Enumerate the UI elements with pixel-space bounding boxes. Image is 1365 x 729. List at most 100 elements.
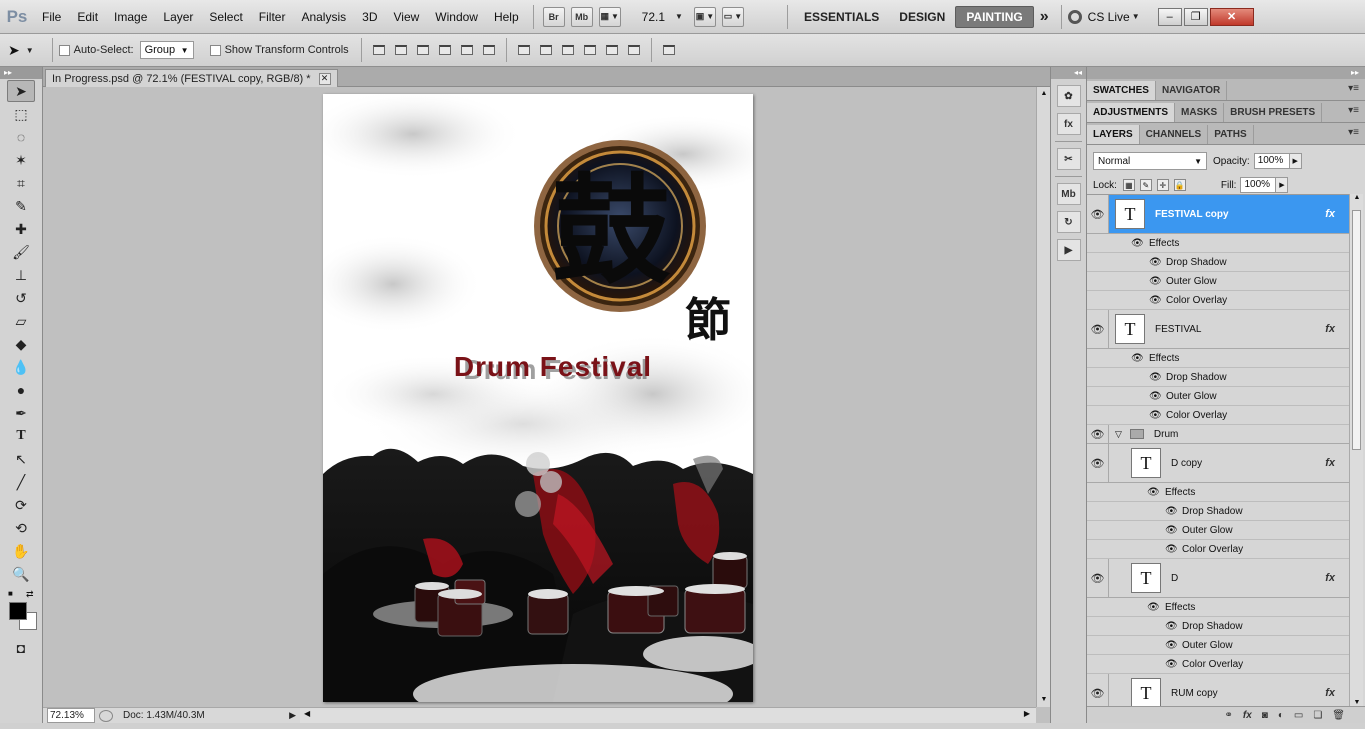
layer-row-rum-copy[interactable]: 👁 T RUM copy fx: [1087, 674, 1349, 706]
status-zoom-field[interactable]: 72.13%: [47, 708, 95, 723]
effects-group-row[interactable]: 👁 Effects: [1087, 234, 1349, 253]
delete-layer-icon[interactable]: 🗑: [1332, 710, 1345, 721]
align-bottom-icon[interactable]: [414, 42, 432, 58]
fill-slider-arrow-icon[interactable]: ▶: [1276, 177, 1289, 193]
align-hcenter-icon[interactable]: [458, 42, 476, 58]
tab-paths[interactable]: PATHS: [1208, 125, 1254, 144]
styles-panel-icon[interactable]: fx: [1056, 113, 1081, 135]
healing-brush-tool-icon[interactable]: ✚: [7, 218, 35, 240]
quick-mask-icon[interactable]: ◘: [7, 637, 35, 659]
auto-align-icon[interactable]: [660, 42, 678, 58]
new-group-icon[interactable]: ▭: [1294, 710, 1303, 721]
close-button[interactable]: ✕: [1209, 7, 1254, 26]
layer-row-festival-copy[interactable]: 👁 T FESTIVAL copy fx: [1087, 195, 1349, 234]
menu-help[interactable]: Help: [486, 0, 527, 34]
workspace-design[interactable]: DESIGN: [889, 7, 955, 27]
right-dock-grip[interactable]: ▸▸: [1087, 67, 1365, 79]
document-canvas[interactable]: 鼓 節 Drum Festival Drum Festival: [323, 94, 753, 702]
effect-eye-icon[interactable]: 👁: [1149, 295, 1162, 306]
align-top-icon[interactable]: [370, 42, 388, 58]
effect-row[interactable]: 👁 Drop Shadow: [1087, 617, 1349, 636]
panel-menu-icon[interactable]: ▾≡: [1348, 105, 1359, 116]
effect-eye-icon[interactable]: 👁: [1149, 276, 1162, 287]
lock-position-icon[interactable]: ✛: [1156, 179, 1169, 191]
effect-row[interactable]: 👁 Outer Glow: [1087, 387, 1349, 406]
status-info-icon[interactable]: [99, 709, 113, 722]
close-tab-icon[interactable]: ✕: [318, 72, 331, 85]
arrange-documents-button[interactable]: ▣ ▼: [693, 6, 716, 27]
effect-eye-icon[interactable]: 👁: [1149, 257, 1162, 268]
blend-mode-dropdown[interactable]: Normal ▼: [1093, 152, 1207, 170]
menu-filter[interactable]: Filter: [251, 0, 294, 34]
add-layer-style-icon[interactable]: fx: [1243, 710, 1252, 721]
canvas-vertical-scrollbar[interactable]: ▲ ▼: [1036, 87, 1050, 707]
effect-eye-icon[interactable]: 👁: [1165, 544, 1178, 555]
cs-live-menu[interactable]: CS Live ▼: [1067, 9, 1140, 24]
effects-group-row[interactable]: 👁 Effects: [1087, 349, 1349, 368]
dodge-tool-icon[interactable]: ●: [7, 379, 35, 401]
history-panel-icon[interactable]: ↻: [1056, 211, 1081, 233]
tool-preset-picker[interactable]: ➤ ▼: [8, 42, 34, 59]
document-tab[interactable]: In Progress.psd @ 72.1% (FESTIVAL copy, …: [45, 69, 338, 87]
opacity-slider-arrow-icon[interactable]: ▶: [1289, 153, 1302, 169]
actions-panel-icon[interactable]: ▶: [1056, 239, 1081, 261]
layer-row-festival[interactable]: 👁 T FESTIVAL fx: [1087, 310, 1349, 349]
paint-bucket-tool-icon[interactable]: ◆: [7, 333, 35, 355]
scroll-up-icon[interactable]: ▲: [1037, 87, 1051, 101]
distribute-right-icon[interactable]: [625, 42, 643, 58]
layer-fx-icon[interactable]: fx: [1325, 323, 1335, 335]
magic-wand-tool-icon[interactable]: ✶: [7, 149, 35, 171]
path-selection-tool-icon[interactable]: ↖: [7, 448, 35, 470]
workspace-essentials[interactable]: ESSENTIALS: [794, 7, 889, 27]
tab-masks[interactable]: MASKS: [1175, 103, 1225, 122]
group-expand-triangle-icon[interactable]: ▽: [1115, 429, 1122, 440]
layer-fx-icon[interactable]: fx: [1325, 687, 1335, 699]
link-layers-icon[interactable]: ⚭: [1224, 710, 1232, 721]
canvas-area[interactable]: 鼓 節 Drum Festival Drum Festival: [43, 87, 1036, 707]
view-extras-button[interactable]: ▦ ▼: [598, 6, 621, 27]
move-tool-icon[interactable]: ➤: [7, 80, 35, 102]
effect-row[interactable]: 👁 Color Overlay: [1087, 291, 1349, 310]
new-layer-icon[interactable]: ❏: [1313, 710, 1322, 721]
menu-file[interactable]: File: [34, 0, 69, 34]
tab-swatches[interactable]: SWATCHES: [1087, 81, 1156, 100]
lock-all-icon[interactable]: 🔒: [1173, 179, 1186, 191]
effects-eye-icon[interactable]: 👁: [1131, 238, 1144, 249]
effect-eye-icon[interactable]: 👁: [1165, 506, 1178, 517]
crop-tool-icon[interactable]: ⌗: [7, 172, 35, 194]
brush-tool-icon[interactable]: 🖌: [7, 241, 35, 263]
hand-tool-icon[interactable]: ✋: [7, 540, 35, 562]
visibility-eye-icon[interactable]: 👁: [1087, 674, 1109, 706]
tab-navigator[interactable]: NAVIGATOR: [1156, 81, 1228, 100]
eraser-tool-icon[interactable]: ▱: [7, 310, 35, 332]
layer-fx-icon[interactable]: fx: [1325, 457, 1335, 469]
effect-eye-icon[interactable]: 👁: [1149, 372, 1162, 383]
pen-tool-icon[interactable]: ✒: [7, 402, 35, 424]
new-adjustment-layer-icon[interactable]: ◐: [1278, 710, 1284, 721]
tab-channels[interactable]: CHANNELS: [1140, 125, 1209, 144]
visibility-eye-icon[interactable]: 👁: [1087, 444, 1109, 482]
menu-3d[interactable]: 3D: [354, 0, 385, 34]
3d-orbit-tool-icon[interactable]: ⟲: [7, 517, 35, 539]
workspace-painting[interactable]: PAINTING: [955, 5, 1034, 28]
effect-row[interactable]: 👁 Drop Shadow: [1087, 368, 1349, 387]
effect-row[interactable]: 👁 Drop Shadow: [1087, 253, 1349, 272]
effect-eye-icon[interactable]: 👁: [1165, 659, 1178, 670]
minimize-button[interactable]: –: [1157, 7, 1182, 26]
menu-image[interactable]: Image: [106, 0, 155, 34]
tab-adjustments[interactable]: ADJUSTMENTS: [1087, 103, 1176, 122]
panel-menu-icon[interactable]: ▾≡: [1348, 127, 1359, 138]
fill-input[interactable]: 100%: [1240, 177, 1277, 193]
layer-fx-icon[interactable]: fx: [1325, 572, 1335, 584]
lock-image-icon[interactable]: ✎: [1139, 179, 1152, 191]
effects-eye-icon[interactable]: 👁: [1147, 487, 1160, 498]
effects-group-row[interactable]: 👁 Effects: [1087, 483, 1349, 502]
visibility-eye-icon[interactable]: 👁: [1087, 425, 1109, 443]
scroll-down-icon[interactable]: ▼: [1350, 699, 1364, 706]
history-brush-tool-icon[interactable]: ↺: [7, 287, 35, 309]
effect-row[interactable]: 👁 Outer Glow: [1087, 521, 1349, 540]
menu-window[interactable]: Window: [427, 0, 486, 34]
align-left-icon[interactable]: [436, 42, 454, 58]
align-vcenter-icon[interactable]: [392, 42, 410, 58]
visibility-eye-icon[interactable]: 👁: [1087, 195, 1109, 233]
